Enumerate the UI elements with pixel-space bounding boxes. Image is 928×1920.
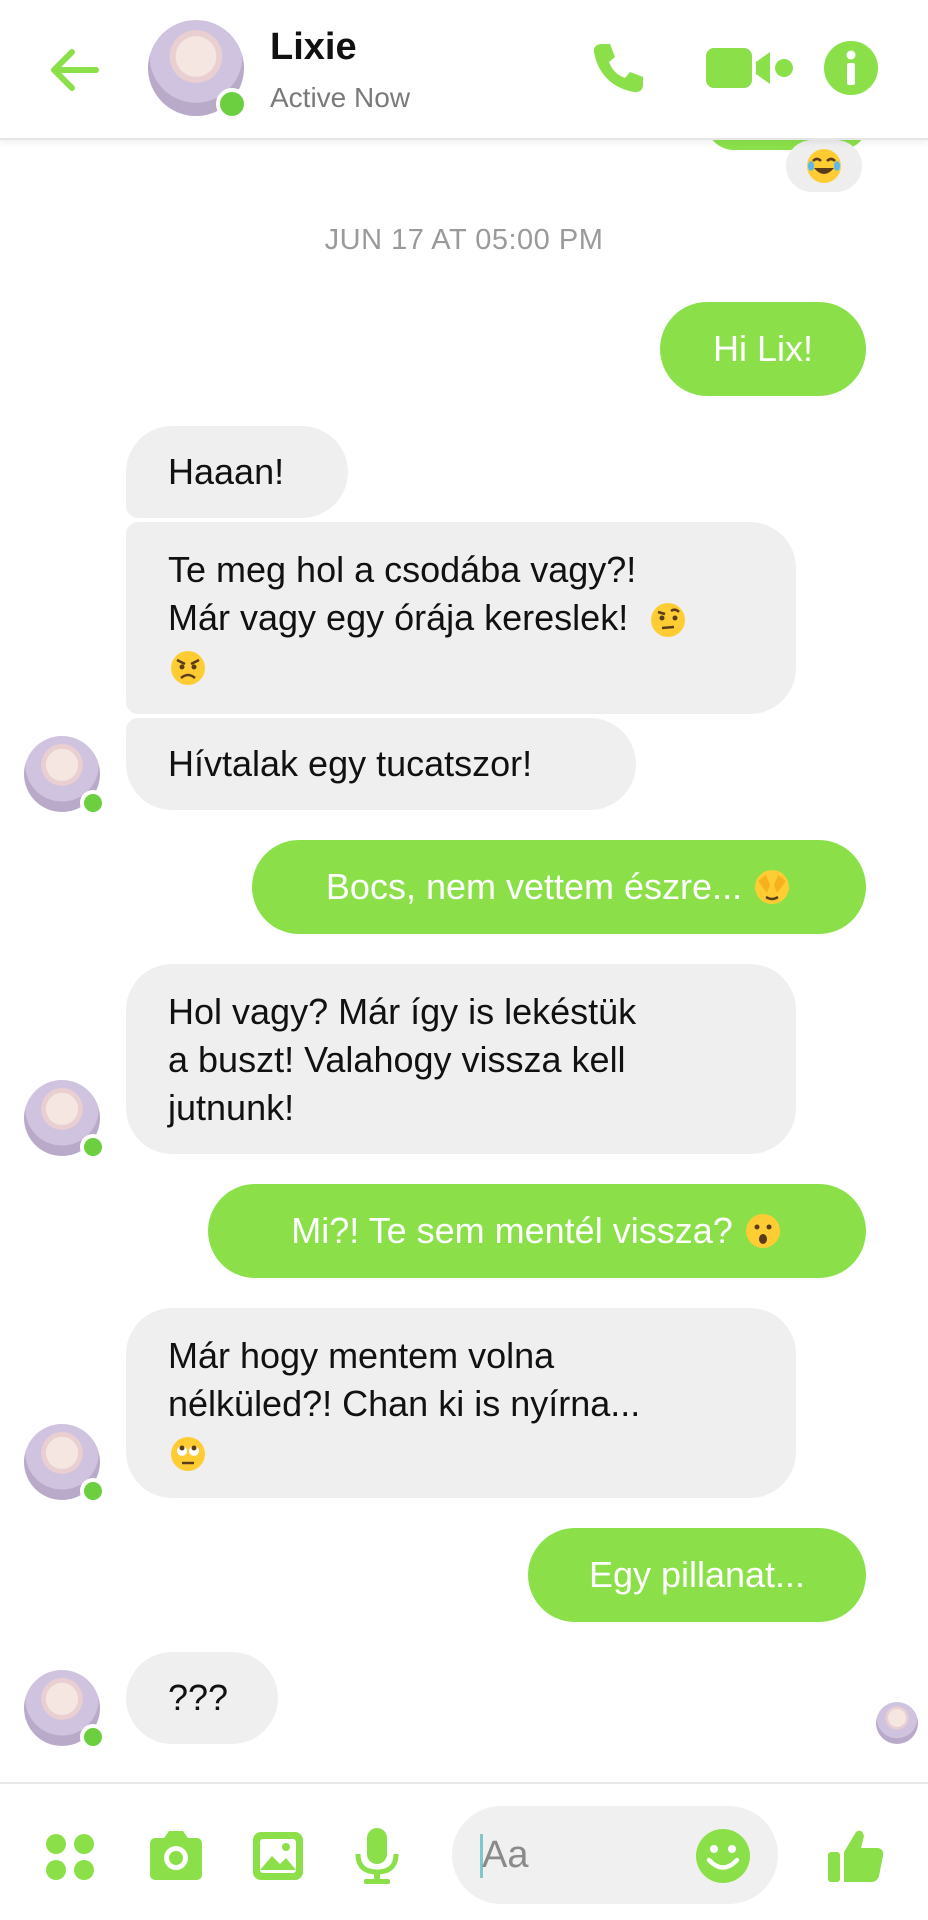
message-text: Már hogy mentem volna nélküled?! Chan ki…: [168, 1335, 641, 1424]
message-text: Hívtalak egy tucatszor!: [168, 743, 533, 784]
sender-avatar[interactable]: [24, 736, 106, 816]
camera-icon[interactable]: [146, 1826, 206, 1886]
online-indicator: [80, 1478, 106, 1504]
emoji-icon[interactable]: [694, 1826, 752, 1886]
sender-avatar[interactable]: [24, 1670, 106, 1750]
sent-message[interactable]: Hi Lix!: [660, 302, 866, 396]
date-separator: JUN 17 AT 05:00 PM: [324, 224, 604, 256]
face-with-hand-over-eyes-icon: [755, 870, 790, 904]
hushed-face-icon: [745, 1214, 780, 1248]
sender-avatar[interactable]: [24, 1424, 106, 1504]
image-icon[interactable]: [250, 1826, 306, 1886]
contact-name[interactable]: Lixie: [270, 26, 357, 69]
contact-status: Active Now: [270, 82, 411, 113]
message-text: Hi Lix!: [712, 328, 814, 369]
thumbs-up-icon[interactable]: [826, 1826, 886, 1886]
message-text: Haaan!: [168, 451, 285, 492]
phone-icon[interactable]: [588, 38, 648, 98]
message-text: Mi?! Te sem mentél vissza?: [291, 1210, 733, 1251]
sent-message[interactable]: Mi?! Te sem mentél vissza?: [208, 1184, 866, 1278]
received-message[interactable]: Te meg hol a csodába vagy?! Már vagy egy…: [126, 522, 796, 714]
received-message[interactable]: ???: [126, 1652, 278, 1744]
sender-avatar[interactable]: [24, 1080, 106, 1160]
received-message[interactable]: Hívtalak egy tucatszor!: [126, 718, 636, 810]
back-arrow-icon[interactable]: [42, 38, 106, 102]
contact-avatar[interactable]: [148, 20, 248, 120]
sent-message[interactable]: Bocs, nem vettem észre...: [252, 840, 866, 934]
online-indicator: [216, 88, 248, 120]
apps-icon[interactable]: [44, 1826, 96, 1886]
face-with-raised-eyebrow-icon: [651, 603, 686, 638]
message-text: Te meg hol a csodába vagy?! Már vagy egy…: [168, 549, 637, 638]
received-message[interactable]: Haaan!: [126, 426, 348, 518]
message-text: Egy pillanat...: [588, 1554, 806, 1595]
received-message[interactable]: Már hogy mentem volna nélküled?! Chan ki…: [126, 1308, 796, 1498]
face-with-tears-of-joy-icon: [807, 149, 841, 183]
online-indicator: [80, 790, 106, 816]
sent-message[interactable]: Egy pillanat...: [528, 1528, 866, 1622]
message-text: Hol vagy? Már így is lekéstük a buszt! V…: [168, 991, 637, 1128]
message-input[interactable]: Aa: [452, 1806, 778, 1904]
online-indicator: [80, 1134, 106, 1160]
input-placeholder: Aa: [482, 1834, 529, 1876]
message-text: Bocs, nem vettem észre...: [325, 866, 743, 907]
video-camera-icon[interactable]: [704, 38, 796, 98]
message-composer: Aa: [0, 1782, 928, 1920]
info-icon[interactable]: [822, 38, 880, 98]
angry-face-icon: [171, 651, 205, 686]
message-text: ???: [168, 1677, 229, 1718]
face-with-rolling-eyes-icon: [171, 1437, 205, 1472]
message-reaction[interactable]: [786, 140, 862, 192]
chat-header: Lixie Active Now: [0, 0, 928, 140]
received-message[interactable]: Hol vagy? Már így is lekéstük a buszt! V…: [126, 964, 796, 1154]
microphone-icon[interactable]: [354, 1826, 400, 1886]
seen-indicator-avatar: [876, 1702, 918, 1744]
online-indicator: [80, 1724, 106, 1750]
